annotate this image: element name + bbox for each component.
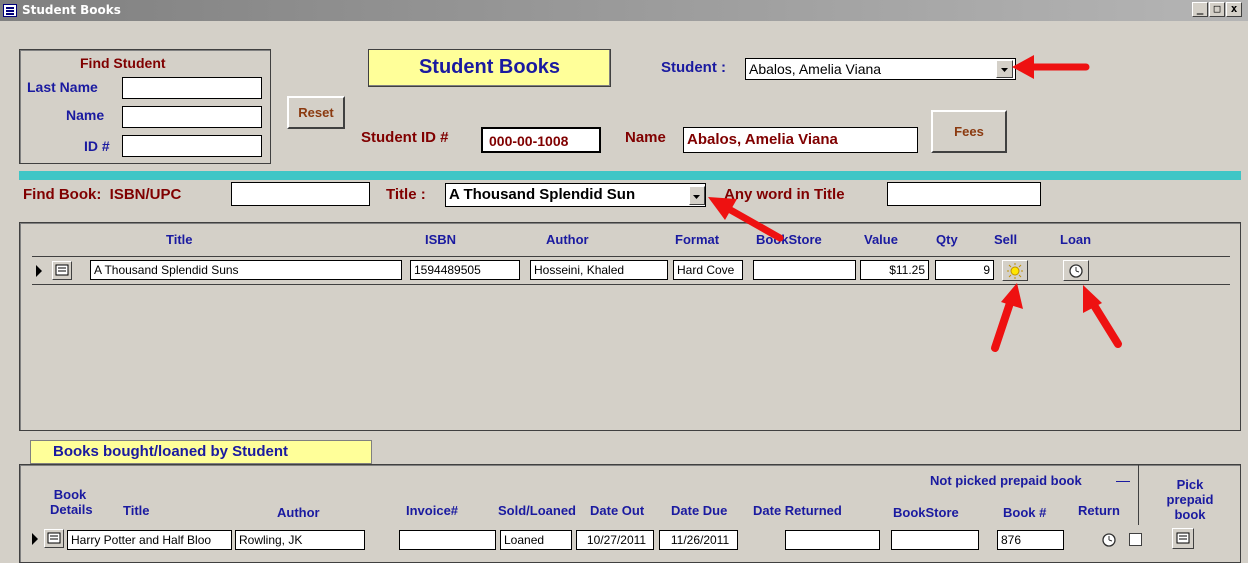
annotation-arrows xyxy=(708,55,1122,352)
arrow-title xyxy=(708,197,784,242)
arrow-sell xyxy=(991,283,1023,352)
arrow-student xyxy=(1012,55,1090,79)
arrow-loan xyxy=(1083,285,1122,348)
